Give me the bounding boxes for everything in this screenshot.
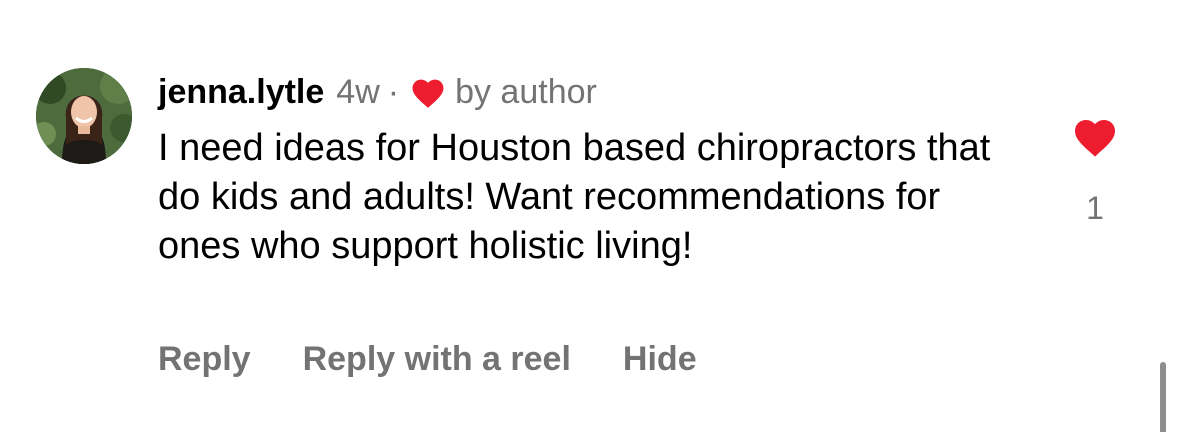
reply-with-reel-button[interactable]: Reply with a reel	[303, 340, 571, 379]
comment-text: I need ideas for Houston based chiroprac…	[158, 127, 991, 267]
liked-by-author-label: by author	[455, 73, 597, 111]
timestamp: 4w	[336, 73, 380, 111]
comment-actions: Reply Reply with a reel Hide	[158, 340, 697, 379]
separator-dot: ·	[387, 73, 400, 111]
comment-item: jenna.lytle 4w · by author I need ideas …	[0, 0, 1179, 432]
scrollbar[interactable]	[1160, 362, 1166, 432]
username[interactable]: jenna.lytle	[158, 70, 324, 114]
hide-button[interactable]: Hide	[623, 340, 697, 379]
heart-filled-icon	[409, 75, 447, 109]
heart-filled-icon	[1075, 120, 1115, 157]
like-button[interactable]	[1071, 114, 1119, 158]
reply-button[interactable]: Reply	[158, 340, 251, 379]
avatar[interactable]	[36, 68, 132, 164]
comment-meta: jenna.lytle 4w · by author	[158, 70, 597, 114]
like-count: 1	[1086, 190, 1104, 226]
